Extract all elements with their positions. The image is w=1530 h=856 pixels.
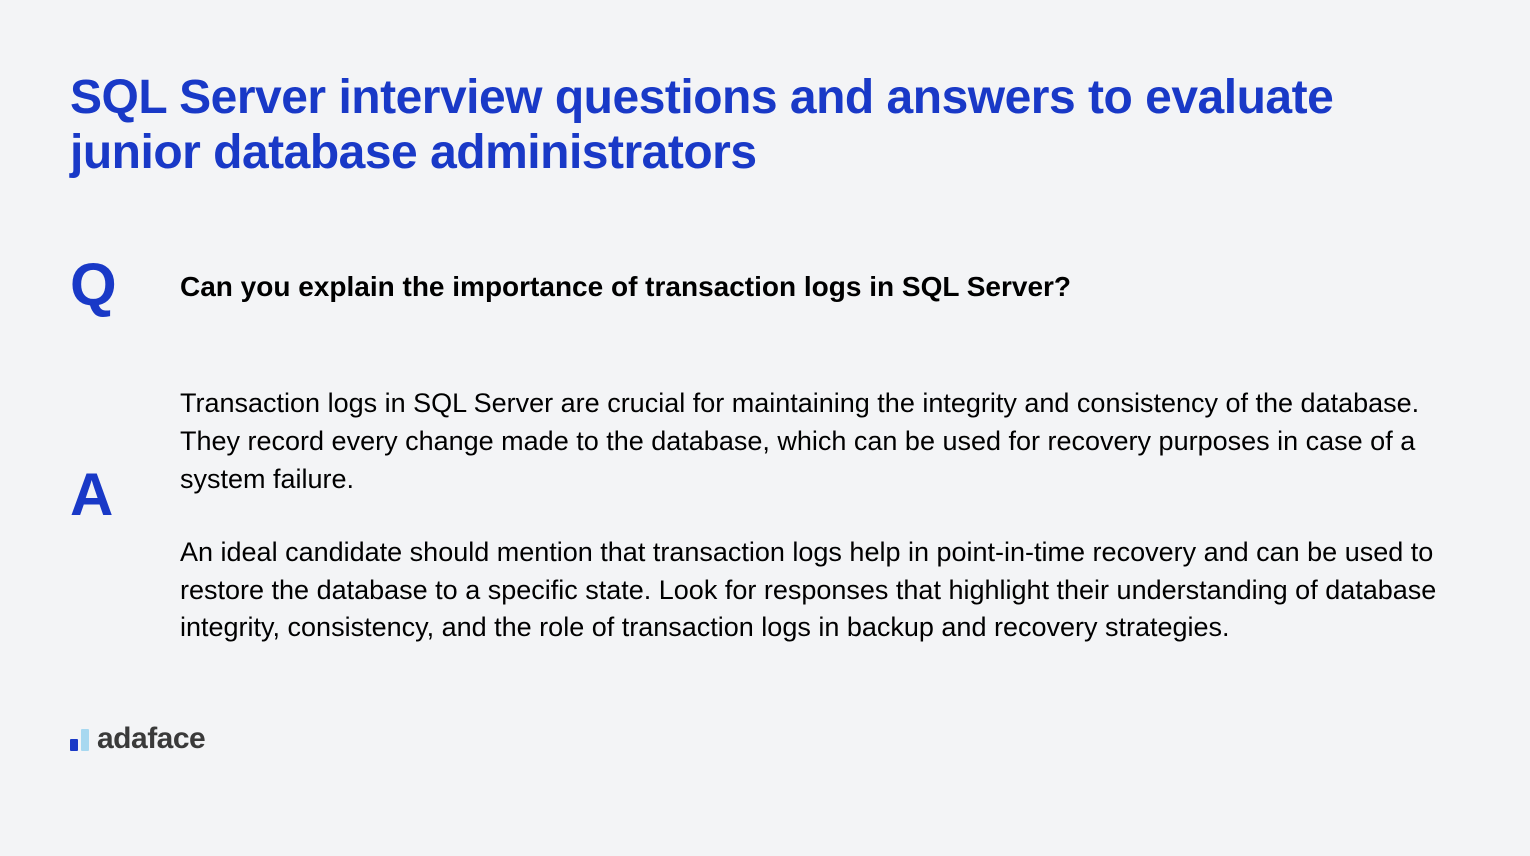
logo: adaface: [70, 722, 205, 756]
question-marker: Q: [70, 255, 180, 315]
question-section: Q Can you explain the importance of tran…: [70, 255, 1460, 315]
answer-section: A Transaction logs in SQL Server are cru…: [70, 385, 1460, 647]
answer-marker: A: [70, 465, 180, 525]
question-text: Can you explain the importance of transa…: [180, 255, 1071, 306]
logo-text: adaface: [97, 722, 205, 756]
answer-text: Transaction logs in SQL Server are cruci…: [180, 385, 1460, 647]
logo-icon: [70, 727, 89, 751]
answer-paragraph-1: Transaction logs in SQL Server are cruci…: [180, 385, 1460, 498]
page-title: SQL Server interview questions and answe…: [70, 70, 1460, 180]
logo-bar-2: [81, 729, 89, 751]
logo-bar-1: [70, 739, 78, 751]
answer-paragraph-2: An ideal candidate should mention that t…: [180, 534, 1460, 647]
